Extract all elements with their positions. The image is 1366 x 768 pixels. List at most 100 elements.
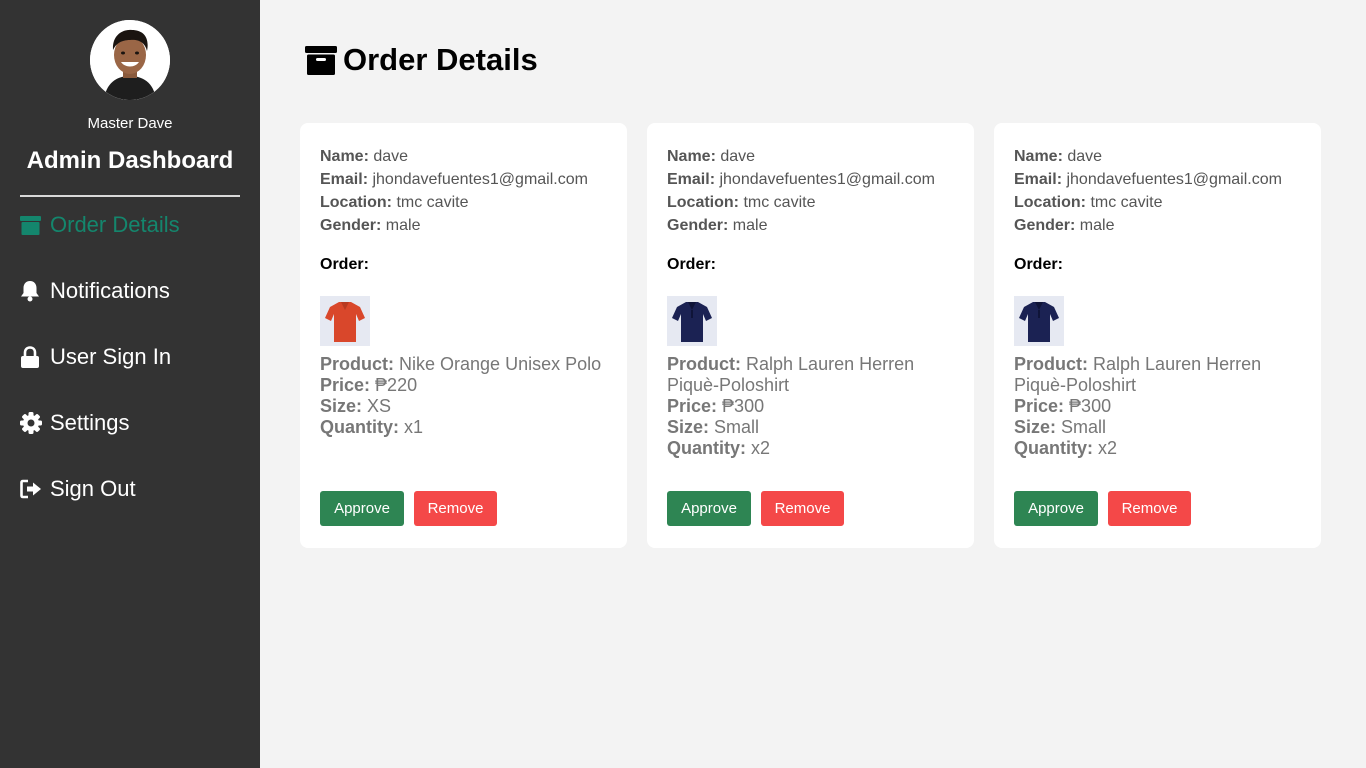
product-size: Size: XS	[320, 396, 610, 417]
product-value: Nike Orange Unisex Polo	[399, 354, 602, 374]
order-label: Order:	[1014, 256, 1063, 273]
sidebar-item-label: Settings	[50, 410, 130, 435]
avatar	[90, 20, 170, 100]
location-value: tmc cavite	[396, 194, 469, 211]
archive-icon	[20, 213, 42, 237]
quantity-label: Quantity:	[320, 417, 399, 437]
name-value: dave	[373, 148, 409, 165]
product-quantity: Quantity: x1	[320, 417, 610, 438]
product-size: Size: Small	[667, 417, 957, 438]
customer-location: Location: tmc cavite	[320, 191, 588, 214]
gender-label: Gender:	[1014, 217, 1076, 234]
price-label: Price:	[320, 375, 371, 395]
price-value: ₱300	[722, 396, 765, 416]
product-price: Price: ₱220	[320, 375, 610, 396]
name-label: Name:	[320, 148, 369, 165]
customer-location: Location: tmc cavite	[1014, 191, 1282, 214]
gender-label: Gender:	[667, 217, 729, 234]
customer-gender: Gender: male	[667, 214, 935, 237]
sidebar-item-order-details[interactable]: Order Details	[20, 209, 250, 241]
size-label: Size:	[320, 396, 363, 416]
product-image	[1014, 296, 1064, 346]
size-value: XS	[367, 396, 392, 416]
product-details: Product: Ralph Lauren Herren Piquè-Polos…	[667, 354, 957, 459]
product-name: Product: Ralph Lauren Herren Piquè-Polos…	[1014, 354, 1304, 396]
product-label: Product:	[1014, 354, 1088, 374]
product-price: Price: ₱300	[1014, 396, 1304, 417]
product-details: Product: Nike Orange Unisex Polo Price: …	[320, 354, 610, 438]
customer-email: Email: jhondavefuentes1@gmail.com	[667, 168, 935, 191]
sidebar-item-label: Notifications	[50, 278, 170, 303]
order-label: Order:	[667, 256, 716, 273]
location-label: Location:	[1014, 194, 1086, 211]
remove-button[interactable]: Remove	[761, 491, 844, 526]
email-label: Email:	[1014, 171, 1063, 188]
sidebar-item-sign-out[interactable]: Sign Out	[20, 473, 250, 505]
archive-icon	[305, 45, 337, 75]
size-label: Size:	[667, 417, 710, 437]
lock-icon	[20, 345, 42, 369]
customer-info: Name: dave Email: jhondavefuentes1@gmail…	[1014, 145, 1282, 237]
order-label: Order:	[320, 256, 369, 273]
email-value: jhondavefuentes1@gmail.com	[1066, 171, 1282, 188]
quantity-value: x2	[1098, 438, 1118, 458]
product-details: Product: Ralph Lauren Herren Piquè-Polos…	[1014, 354, 1304, 459]
admin-name: Master Dave	[87, 115, 173, 132]
remove-button[interactable]: Remove	[1108, 491, 1191, 526]
bell-icon	[20, 279, 42, 303]
gender-value: male	[385, 217, 421, 234]
customer-name: Name: dave	[667, 145, 935, 168]
product-name: Product: Ralph Lauren Herren Piquè-Polos…	[667, 354, 957, 396]
order-card: Name: dave Email: jhondavefuentes1@gmail…	[994, 123, 1321, 548]
gender-value: male	[1079, 217, 1115, 234]
size-value: Small	[714, 417, 760, 437]
sidebar-title: Admin Dashboard	[26, 147, 234, 174]
email-label: Email:	[320, 171, 369, 188]
price-label: Price:	[1014, 396, 1065, 416]
customer-gender: Gender: male	[1014, 214, 1282, 237]
sidebar-item-label: User Sign In	[50, 344, 172, 369]
sign-out-icon	[20, 477, 42, 501]
approve-button[interactable]: Approve	[1014, 491, 1098, 526]
page-title-text: Order Details	[343, 42, 538, 77]
product-size: Size: Small	[1014, 417, 1304, 438]
price-label: Price:	[667, 396, 718, 416]
email-label: Email:	[667, 171, 716, 188]
location-label: Location:	[667, 194, 739, 211]
remove-button[interactable]: Remove	[414, 491, 497, 526]
price-value: ₱300	[1069, 396, 1112, 416]
product-image	[320, 296, 370, 346]
customer-email: Email: jhondavefuentes1@gmail.com	[320, 168, 588, 191]
product-quantity: Quantity: x2	[667, 438, 957, 459]
name-value: dave	[720, 148, 756, 165]
app: Master Dave Admin Dashboard Order Detail…	[0, 0, 1366, 768]
size-label: Size:	[1014, 417, 1057, 437]
product-name: Product: Nike Orange Unisex Polo	[320, 354, 610, 375]
gear-icon	[20, 411, 42, 435]
customer-email: Email: jhondavefuentes1@gmail.com	[1014, 168, 1282, 191]
sidebar-item-notifications[interactable]: Notifications	[20, 275, 250, 307]
product-label: Product:	[320, 354, 394, 374]
order-card: Name: dave Email: jhondavefuentes1@gmail…	[647, 123, 974, 548]
gender-value: male	[732, 217, 768, 234]
product-price: Price: ₱300	[667, 396, 957, 417]
customer-gender: Gender: male	[320, 214, 588, 237]
sidebar-item-label: Order Details	[50, 212, 180, 237]
approve-button[interactable]: Approve	[320, 491, 404, 526]
quantity-value: x2	[751, 438, 771, 458]
location-value: tmc cavite	[743, 194, 816, 211]
gender-label: Gender:	[320, 217, 382, 234]
approve-button[interactable]: Approve	[667, 491, 751, 526]
sidebar-item-settings[interactable]: Settings	[20, 407, 250, 439]
order-card: Name: dave Email: jhondavefuentes1@gmail…	[300, 123, 627, 548]
customer-location: Location: tmc cavite	[667, 191, 935, 214]
email-value: jhondavefuentes1@gmail.com	[372, 171, 588, 188]
location-value: tmc cavite	[1090, 194, 1163, 211]
product-quantity: Quantity: x2	[1014, 438, 1304, 459]
sidebar-item-user-sign-in[interactable]: User Sign In	[20, 341, 250, 373]
customer-name: Name: dave	[320, 145, 588, 168]
sidebar: Master Dave Admin Dashboard Order Detail…	[0, 0, 260, 768]
sidebar-divider	[20, 195, 240, 197]
sidebar-item-label: Sign Out	[50, 476, 136, 501]
product-image	[667, 296, 717, 346]
